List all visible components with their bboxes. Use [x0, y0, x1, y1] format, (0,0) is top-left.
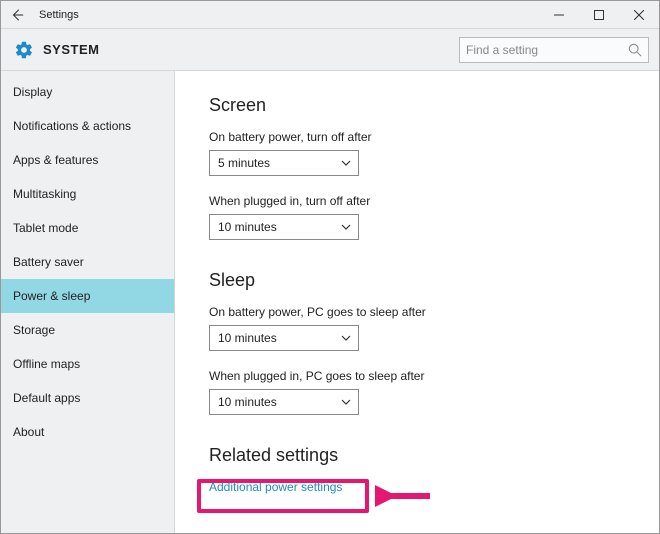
settings-window: Settings SYSTEM Display Notifications & … [0, 0, 660, 534]
sidebar-item-multitasking[interactable]: Multitasking [1, 177, 174, 211]
screen-plugged-label: When plugged in, turn off after [209, 194, 649, 208]
sidebar-item-battery-saver[interactable]: Battery saver [1, 245, 174, 279]
select-value: 10 minutes [218, 220, 277, 234]
sidebar-item-label: Display [13, 85, 52, 99]
sidebar-item-storage[interactable]: Storage [1, 313, 174, 347]
sidebar-item-label: Battery saver [13, 255, 84, 269]
sidebar: Display Notifications & actions Apps & f… [1, 71, 175, 533]
back-arrow-icon [10, 8, 24, 22]
titlebar: Settings [1, 1, 659, 29]
sidebar-item-tablet-mode[interactable]: Tablet mode [1, 211, 174, 245]
window-title: Settings [33, 9, 79, 21]
screen-battery-select[interactable]: 5 minutes [209, 150, 359, 176]
sleep-battery-select[interactable]: 10 minutes [209, 325, 359, 351]
close-button[interactable] [619, 1, 659, 29]
screen-plugged-select[interactable]: 10 minutes [209, 214, 359, 240]
sidebar-item-label: Default apps [13, 391, 80, 405]
related-section-title: Related settings [209, 445, 649, 466]
chevron-down-icon [340, 221, 352, 233]
maximize-button[interactable] [579, 1, 619, 29]
select-value: 10 minutes [218, 331, 277, 345]
sidebar-item-apps[interactable]: Apps & features [1, 143, 174, 177]
header: SYSTEM [1, 29, 659, 71]
search-icon [628, 43, 642, 57]
category-title: SYSTEM [43, 42, 99, 57]
sidebar-item-notifications[interactable]: Notifications & actions [1, 109, 174, 143]
screen-battery-label: On battery power, turn off after [209, 130, 649, 144]
sleep-battery-label: On battery power, PC goes to sleep after [209, 305, 649, 319]
sidebar-item-offline-maps[interactable]: Offline maps [1, 347, 174, 381]
annotation-arrow-icon [375, 481, 435, 511]
sidebar-item-label: Power & sleep [13, 289, 90, 303]
select-value: 10 minutes [218, 395, 277, 409]
sidebar-item-label: Multitasking [13, 187, 76, 201]
sidebar-item-label: About [13, 425, 44, 439]
chevron-down-icon [340, 332, 352, 344]
minimize-button[interactable] [539, 1, 579, 29]
sidebar-item-label: Offline maps [13, 357, 80, 371]
close-icon [634, 10, 644, 20]
body: Display Notifications & actions Apps & f… [1, 71, 659, 533]
sidebar-item-label: Notifications & actions [13, 119, 131, 133]
select-value: 5 minutes [218, 156, 270, 170]
sidebar-item-about[interactable]: About [1, 415, 174, 449]
search-input[interactable] [466, 43, 628, 57]
search-box[interactable] [459, 37, 649, 63]
sidebar-item-label: Apps & features [13, 153, 98, 167]
main-content: Screen On battery power, turn off after … [175, 71, 659, 533]
sidebar-item-default-apps[interactable]: Default apps [1, 381, 174, 415]
sidebar-item-display[interactable]: Display [1, 75, 174, 109]
additional-power-settings-link[interactable]: Additional power settings [209, 480, 342, 494]
sidebar-item-power-sleep[interactable]: Power & sleep [1, 279, 174, 313]
gear-icon [13, 39, 35, 61]
sidebar-item-label: Tablet mode [13, 221, 78, 235]
sidebar-item-label: Storage [13, 323, 55, 337]
back-button[interactable] [1, 1, 33, 29]
sleep-plugged-label: When plugged in, PC goes to sleep after [209, 369, 649, 383]
maximize-icon [594, 10, 604, 20]
chevron-down-icon [340, 396, 352, 408]
sleep-section-title: Sleep [209, 270, 649, 291]
minimize-icon [554, 10, 564, 20]
screen-section-title: Screen [209, 95, 649, 116]
sleep-plugged-select[interactable]: 10 minutes [209, 389, 359, 415]
chevron-down-icon [340, 157, 352, 169]
